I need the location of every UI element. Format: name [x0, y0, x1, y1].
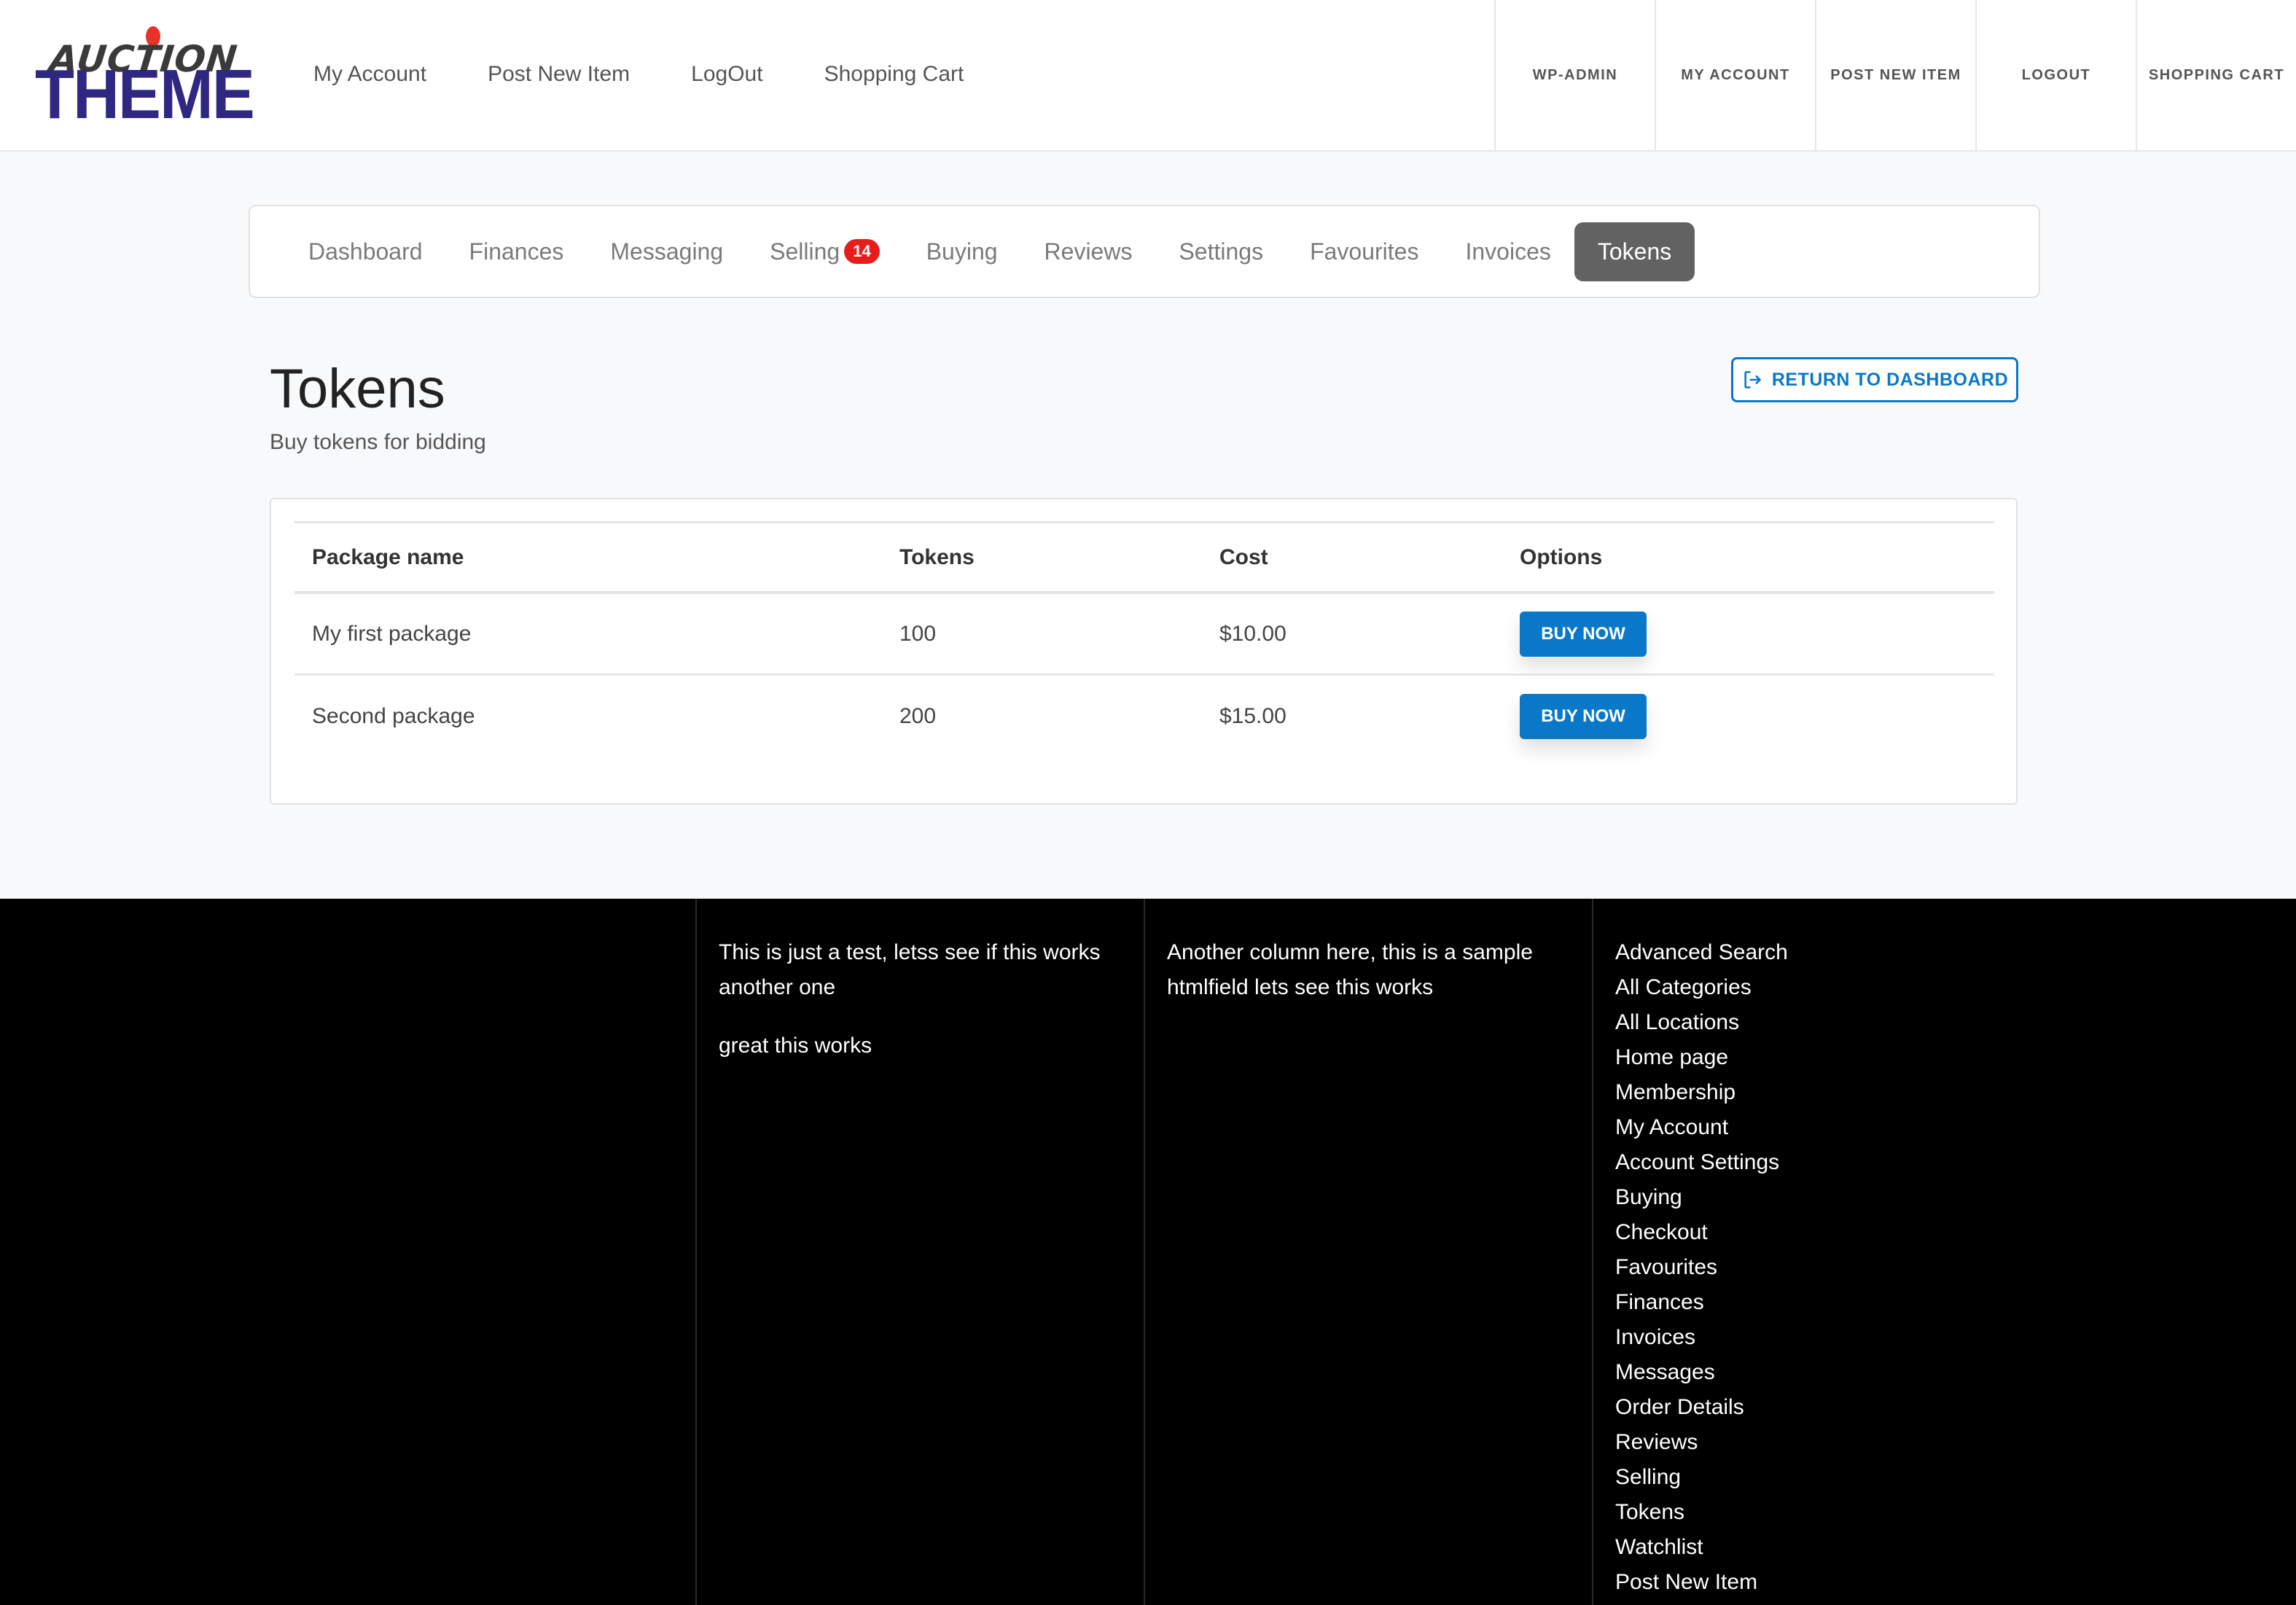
tab-buying[interactable]: Buying — [903, 222, 1021, 281]
column-header-package-name: Package name — [312, 544, 464, 569]
package-name: Second package — [312, 704, 475, 728]
tab-label: Tokens — [1597, 238, 1672, 265]
return-to-dashboard-button[interactable]: RETURN TO DASHBOARD — [1731, 357, 2018, 402]
token-packages-card: Package name Tokens Cost Options My firs… — [270, 498, 2018, 805]
package-cost: $10.00 — [1219, 621, 1286, 646]
account-tabs: Dashboard Finances Messaging Selling 14 B… — [249, 205, 2040, 298]
tab-label: Selling — [770, 238, 840, 265]
footer-link-tokens[interactable]: Tokens — [1615, 1495, 1788, 1530]
tab-label: Finances — [469, 238, 564, 265]
top-nav-wp-admin[interactable]: WP-ADMIN — [1494, 0, 1655, 150]
tab-selling[interactable]: Selling 14 — [746, 222, 903, 281]
footer-link-selling[interactable]: Selling — [1615, 1460, 1788, 1495]
tab-invoices[interactable]: Invoices — [1442, 222, 1574, 281]
page-title: Tokens — [270, 358, 445, 420]
footer-link-home-page[interactable]: Home page — [1615, 1040, 1788, 1075]
footer-link-finances[interactable]: Finances — [1615, 1285, 1788, 1320]
footer-links: Advanced Search All Categories All Locat… — [1615, 935, 1788, 1600]
table-header-row: Package name Tokens Cost Options — [294, 521, 1994, 594]
tab-dashboard[interactable]: Dashboard — [285, 222, 446, 281]
tab-tokens[interactable]: Tokens — [1574, 222, 1695, 281]
footer-column-2: Another column here, this is a sample ht… — [1144, 899, 1592, 1605]
footer-text: Another column here, this is a sample ht… — [1167, 940, 1533, 999]
table-row: My first package 100 $10.00 BUY NOW — [294, 594, 1994, 676]
site-logo[interactable]: AUCTION THEME — [35, 25, 255, 130]
tab-label: Buying — [926, 238, 998, 265]
package-tokens: 200 — [899, 704, 937, 728]
footer-link-account-settings[interactable]: Account Settings — [1615, 1145, 1788, 1180]
footer-link-advanced-search[interactable]: Advanced Search — [1615, 935, 1788, 970]
footer-link-all-categories[interactable]: All Categories — [1615, 970, 1788, 1005]
package-name: My first package — [312, 621, 472, 646]
buy-now-button[interactable]: BUY NOW — [1520, 611, 1647, 657]
tab-label: Reviews — [1044, 238, 1133, 265]
tab-label: Favourites — [1310, 238, 1419, 265]
tab-label: Settings — [1179, 238, 1264, 265]
footer-column-3: Advanced Search All Categories All Locat… — [1592, 899, 2296, 1605]
footer-link-order-details[interactable]: Order Details — [1615, 1390, 1788, 1425]
footer-link-messages[interactable]: Messages — [1615, 1355, 1788, 1390]
top-nav-logout[interactable]: LOGOUT — [1975, 0, 2136, 150]
tab-label: Messaging — [610, 238, 724, 265]
main-nav-post-new-item[interactable]: Post New Item — [488, 62, 630, 87]
package-cost: $15.00 — [1219, 704, 1286, 728]
buy-now-button[interactable]: BUY NOW — [1520, 694, 1647, 739]
main-nav-shopping-cart[interactable]: Shopping Cart — [824, 62, 964, 87]
tab-finances[interactable]: Finances — [446, 222, 587, 281]
footer-link-all-locations[interactable]: All Locations — [1615, 1005, 1788, 1040]
top-nav-shopping-cart[interactable]: SHOPPING CART — [2136, 0, 2296, 150]
footer-link-membership[interactable]: Membership — [1615, 1075, 1788, 1110]
selling-count-badge: 14 — [844, 239, 880, 264]
footer-link-checkout[interactable]: Checkout — [1615, 1215, 1788, 1250]
page-subtitle: Buy tokens for bidding — [270, 430, 486, 454]
tab-messaging[interactable]: Messaging — [587, 222, 746, 281]
footer-column-1: This is just a test, letss see if this w… — [695, 899, 1144, 1605]
footer-text: great this works — [719, 1034, 872, 1058]
footer-link-favourites[interactable]: Favourites — [1615, 1250, 1788, 1285]
footer-link-watchlist[interactable]: Watchlist — [1615, 1530, 1788, 1565]
footer-link-my-account[interactable]: My Account — [1615, 1110, 1788, 1145]
tab-label: Dashboard — [308, 238, 423, 265]
tab-favourites[interactable]: Favourites — [1286, 222, 1442, 281]
top-right-nav: WP-ADMIN MY ACCOUNT POST NEW ITEM LOGOUT… — [1494, 0, 2296, 150]
token-packages-table: Package name Tokens Cost Options My firs… — [294, 521, 1994, 757]
footer-link-post-new-item[interactable]: Post New Item — [1615, 1565, 1788, 1600]
tab-reviews[interactable]: Reviews — [1021, 222, 1156, 281]
top-nav-post-new-item[interactable]: POST NEW ITEM — [1815, 0, 1975, 150]
tab-label: Invoices — [1465, 238, 1551, 265]
main-nav: My Account Post New Item LogOut Shopping… — [313, 0, 1025, 149]
footer-text: This is just a test, letss see if this w… — [719, 940, 1101, 999]
main-nav-my-account[interactable]: My Account — [313, 62, 426, 87]
footer-link-reviews[interactable]: Reviews — [1615, 1425, 1788, 1460]
sign-out-icon — [1744, 371, 1761, 388]
footer-link-buying[interactable]: Buying — [1615, 1180, 1788, 1215]
table-row: Second package 200 $15.00 BUY NOW — [294, 676, 1994, 757]
return-button-label: RETURN TO DASHBOARD — [1771, 369, 2009, 390]
top-nav-my-account[interactable]: MY ACCOUNT — [1655, 0, 1815, 150]
column-header-tokens: Tokens — [899, 544, 975, 569]
logo-bottom-text: THEME — [35, 55, 255, 133]
site-header: AUCTION THEME My Account Post New Item L… — [0, 0, 2296, 152]
footer-link-invoices[interactable]: Invoices — [1615, 1320, 1788, 1355]
tab-settings[interactable]: Settings — [1155, 222, 1286, 281]
site-footer: This is just a test, letss see if this w… — [0, 899, 2296, 1605]
package-tokens: 100 — [899, 621, 937, 646]
main-nav-logout[interactable]: LogOut — [691, 62, 762, 87]
column-header-options: Options — [1520, 544, 1603, 569]
column-header-cost: Cost — [1219, 544, 1268, 569]
